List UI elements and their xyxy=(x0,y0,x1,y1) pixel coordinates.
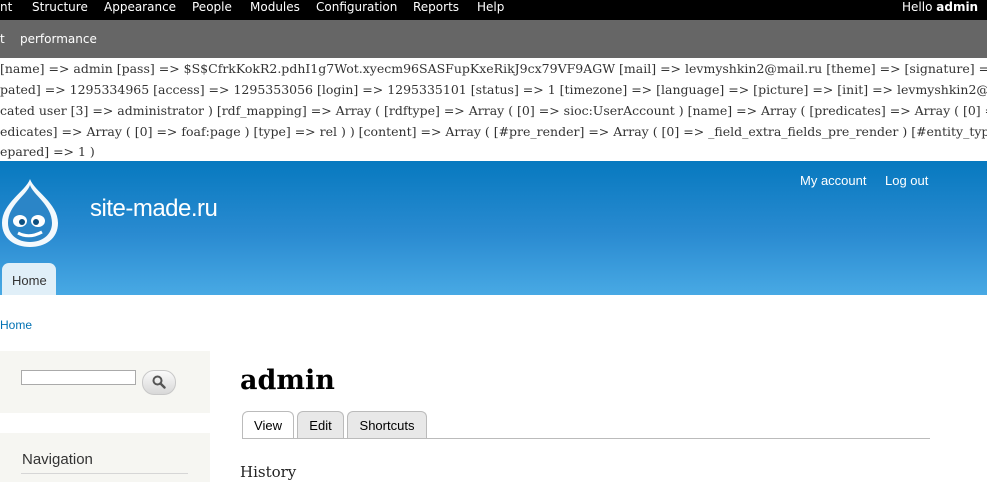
debug-line: [name] => admin [pass] => $S$CfrkKokR2.p… xyxy=(0,61,987,76)
toolbar-item-content[interactable]: nt xyxy=(0,0,12,14)
page-title: admin xyxy=(240,365,335,396)
toolbar-username-link[interactable]: admin xyxy=(936,0,978,14)
toolbar-item-people[interactable]: People xyxy=(192,0,232,14)
toolbar-item-appearance[interactable]: Appearance xyxy=(104,0,176,14)
toolbar-item-configuration[interactable]: Configuration xyxy=(316,0,397,14)
main-menu-home-tab[interactable]: Home xyxy=(2,263,56,295)
debug-line: pated] => 1295334965 [access] => 1295353… xyxy=(0,82,987,97)
toolbar-item-reports[interactable]: Reports xyxy=(413,0,459,14)
breadcrumb[interactable]: Home xyxy=(0,318,32,332)
shortcut-item-partial[interactable]: t xyxy=(0,32,5,46)
shortcut-item-performance[interactable]: performance xyxy=(20,32,97,46)
tab-edit-label: Edit xyxy=(309,418,332,433)
log-out-link[interactable]: Log out xyxy=(885,173,928,188)
search-button[interactable] xyxy=(142,370,176,395)
tab-shortcuts-label: Shortcuts xyxy=(359,418,415,433)
debug-line: epared] => 1 ) xyxy=(0,144,95,159)
tab-view[interactable]: View xyxy=(242,411,294,439)
toolbar-item-help[interactable]: Help xyxy=(477,0,504,14)
toolbar-greeting: Hello admin xyxy=(902,0,978,14)
my-account-link[interactable]: My account xyxy=(800,173,866,188)
shortcuts-bar: t performance xyxy=(0,20,987,58)
greeting-text: Hello xyxy=(902,0,933,14)
debug-output: [name] => admin [pass] => $S$CfrkKokR2.p… xyxy=(0,58,987,161)
tabs-divider xyxy=(242,438,930,439)
drupal-logo-icon[interactable] xyxy=(0,177,60,249)
search-input[interactable] xyxy=(21,370,136,385)
toolbar-item-structure[interactable]: Structure xyxy=(32,0,88,14)
site-name-link[interactable]: site-made.ru xyxy=(90,195,218,223)
tab-edit[interactable]: Edit xyxy=(297,411,344,438)
tab-shortcuts[interactable]: Shortcuts xyxy=(347,411,427,438)
home-tab-label: Home xyxy=(12,273,47,288)
search-block xyxy=(0,351,210,413)
navigation-block: Navigation xyxy=(0,433,210,482)
history-heading: History xyxy=(240,463,297,481)
navigation-title: Navigation xyxy=(22,451,93,468)
debug-line: cated user [3] => administrator ) [rdf_m… xyxy=(0,103,987,118)
search-icon xyxy=(152,375,166,389)
tab-view-label: View xyxy=(254,418,282,433)
site-header: site-made.ru My account Log out Home xyxy=(0,161,987,295)
navigation-divider xyxy=(21,473,188,474)
toolbar-item-modules[interactable]: Modules xyxy=(250,0,300,14)
admin-toolbar: nt Structure Appearance People Modules C… xyxy=(0,0,987,20)
debug-line: edicates] => Array ( [0] => foaf:page ) … xyxy=(0,124,987,139)
